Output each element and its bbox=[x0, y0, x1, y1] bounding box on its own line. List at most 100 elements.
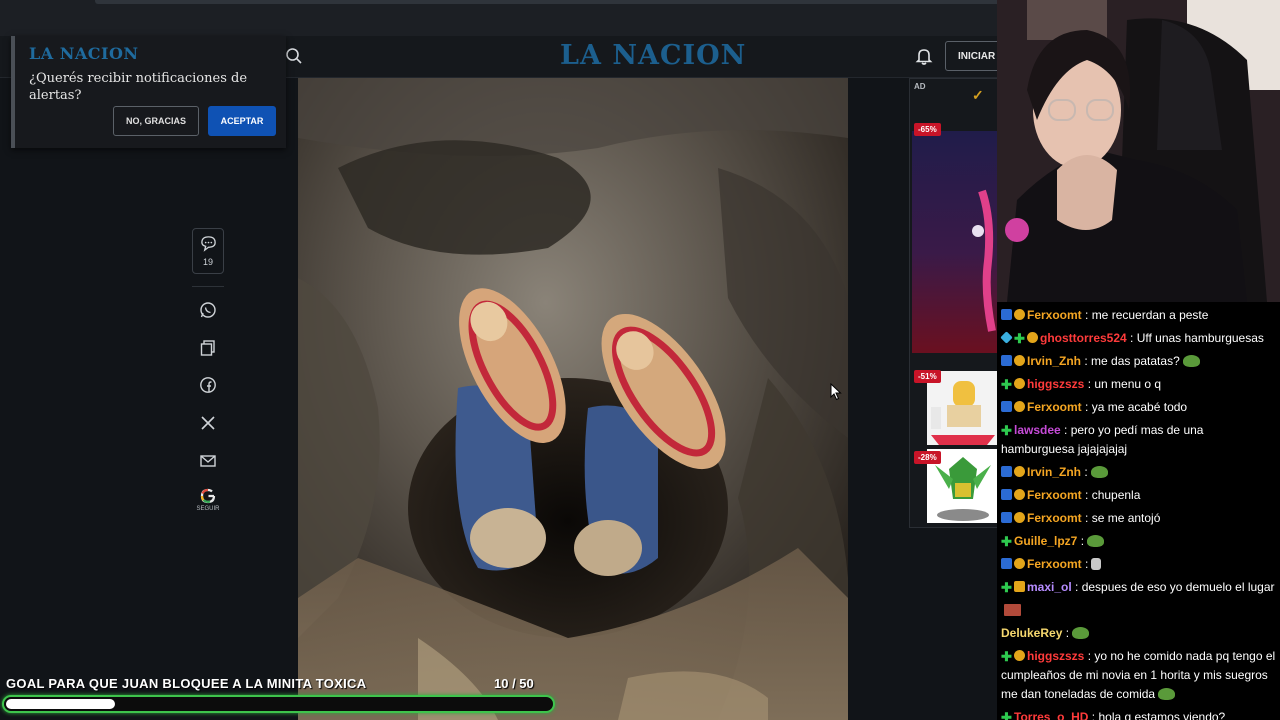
chat-username[interactable]: lawsdee bbox=[1014, 423, 1061, 437]
gift-badge-icon: ✚ bbox=[1014, 331, 1025, 346]
chat-username[interactable]: Ferxoomt bbox=[1027, 308, 1082, 322]
discount-badge: -28% bbox=[914, 451, 941, 464]
gift-badge-icon: ✚ bbox=[1001, 377, 1012, 392]
goal-progress-fill bbox=[6, 699, 115, 709]
follow-label[interactable]: SEGUIR bbox=[192, 506, 224, 512]
chat-message: ✚ Torres_o_HD : hola q estamos viendo? bbox=[1001, 706, 1279, 720]
login-button[interactable]: INICIAR bbox=[945, 41, 1005, 71]
chat-username[interactable]: maxi_ol bbox=[1027, 580, 1072, 594]
chat-username[interactable]: higgszszs bbox=[1027, 649, 1084, 663]
frog-emote-icon bbox=[1090, 466, 1108, 478]
chat-username[interactable]: Torres_o_HD bbox=[1014, 710, 1088, 720]
brick-emote-icon bbox=[1004, 604, 1021, 616]
stream-goal: GOAL PARA QUE JUAN BLOQUEE A LA MINITA T… bbox=[0, 672, 560, 720]
browser-top-bar bbox=[0, 0, 1000, 36]
goal-title: GOAL PARA QUE JUAN BLOQUEE A LA MINITA T… bbox=[6, 676, 367, 691]
ad-label: AD bbox=[914, 82, 926, 91]
chat-text: : se me antojó bbox=[1081, 511, 1161, 525]
stream-screen: LA NACION INICIAR 19 SEGUIR AD ✓ -65% -5… bbox=[0, 0, 1280, 720]
chat-text: : un menu o q bbox=[1084, 377, 1162, 391]
search-icon[interactable] bbox=[284, 46, 304, 66]
chat-message: ✚ maxi_ol : despues de eso yo demuelo el … bbox=[1001, 576, 1279, 622]
ad-column[interactable]: AD ✓ -65% -51% -28% bbox=[909, 78, 1001, 528]
ad-promo-image[interactable] bbox=[912, 131, 1001, 353]
chat-username[interactable]: DelukeRey bbox=[1001, 626, 1062, 640]
runner-emote-icon bbox=[1091, 558, 1102, 570]
chat-username[interactable]: Ferxoomt bbox=[1027, 557, 1082, 571]
decline-button[interactable]: NO, GRACIAS bbox=[113, 106, 199, 136]
chat-text: : me recuerdan a peste bbox=[1081, 308, 1209, 322]
accept-button[interactable]: ACEPTAR bbox=[208, 106, 276, 136]
gold-badge-icon bbox=[1014, 489, 1025, 500]
chat-username[interactable]: Irvin_Znh bbox=[1027, 465, 1081, 479]
gift-badge-icon: ✚ bbox=[1001, 710, 1012, 720]
gold-badge-icon bbox=[1014, 401, 1025, 412]
frog-emote-icon bbox=[1072, 627, 1090, 639]
chat-message: ✚ higgszszs : un menu o q bbox=[1001, 373, 1279, 396]
discount-badge: -65% bbox=[914, 123, 941, 136]
mouse-cursor-icon bbox=[830, 383, 842, 401]
google-icon[interactable] bbox=[199, 487, 217, 505]
ad-promo-figure bbox=[972, 189, 996, 332]
ad-brand-logo: ✓ bbox=[972, 87, 984, 103]
sub-badge-icon bbox=[1001, 355, 1012, 366]
notification-prompt: LA NACION ¿Querés recibir notificaciones… bbox=[11, 36, 286, 148]
chat-text: : Uff unas hamburguesas bbox=[1126, 331, 1264, 345]
bell-icon[interactable] bbox=[914, 46, 934, 66]
chat-message: Irvin_Znh : bbox=[1001, 461, 1279, 484]
sub-badge-icon bbox=[1001, 558, 1012, 569]
browser-tab-strip bbox=[95, 0, 1000, 4]
gold-badge-icon bbox=[1014, 650, 1025, 661]
gold-badge-icon bbox=[1014, 355, 1025, 366]
copy-link-icon[interactable] bbox=[199, 339, 217, 357]
chat-text: : bbox=[1081, 557, 1089, 571]
chat-username[interactable]: Ferxoomt bbox=[1027, 511, 1082, 525]
comments-button[interactable]: 19 bbox=[192, 228, 224, 274]
chat-username[interactable]: Ferxoomt bbox=[1027, 400, 1082, 414]
chat-text: : bbox=[1081, 465, 1088, 479]
frog-emote-icon bbox=[1158, 688, 1176, 700]
facebook-icon[interactable] bbox=[199, 376, 217, 394]
gold-badge-icon bbox=[1014, 512, 1025, 523]
chat-text: : hola q estamos viendo? bbox=[1088, 710, 1226, 720]
chat-username[interactable]: ghosttorres524 bbox=[1040, 331, 1127, 345]
site-logo[interactable]: LA NACION bbox=[560, 40, 746, 71]
sub-badge-icon bbox=[1001, 489, 1012, 500]
notification-logo: LA NACION bbox=[29, 44, 139, 63]
sub-badge-icon bbox=[1001, 512, 1012, 523]
chat-username[interactable]: higgszszs bbox=[1027, 377, 1084, 391]
comments-count: 19 bbox=[202, 257, 213, 267]
gift-badge-icon: ✚ bbox=[1001, 649, 1012, 664]
gift-badge-icon: ✚ bbox=[1001, 580, 1012, 595]
chat-username[interactable]: Guille_lpz7 bbox=[1014, 534, 1077, 548]
chat-username[interactable]: Ferxoomt bbox=[1027, 488, 1082, 502]
x-icon[interactable] bbox=[199, 414, 217, 432]
notification-question: ¿Querés recibir notificaciones de alerta… bbox=[29, 71, 248, 103]
email-icon[interactable] bbox=[199, 452, 217, 470]
sub-badge-icon bbox=[1001, 401, 1012, 412]
whatsapp-icon[interactable] bbox=[199, 301, 217, 319]
chat-text: : bbox=[1062, 626, 1070, 640]
chat-message: ✚ Guille_lpz7 : bbox=[1001, 530, 1279, 553]
chat-message: Ferxoomt : me recuerdan a peste bbox=[1001, 304, 1279, 327]
chat-username[interactable]: Irvin_Znh bbox=[1027, 354, 1081, 368]
gold-badge-icon bbox=[1014, 309, 1025, 320]
chat-message: Ferxoomt : bbox=[1001, 553, 1279, 576]
chat-text: : chupenla bbox=[1081, 488, 1141, 502]
chat-text: : bbox=[1077, 534, 1085, 548]
article-area: 19 SEGUIR AD ✓ -65% -51% -28% bbox=[0, 78, 1001, 720]
chat-message: Irvin_Znh : me das patatas? bbox=[1001, 350, 1279, 373]
article-photo[interactable] bbox=[298, 78, 848, 720]
chest-badge-icon bbox=[1014, 581, 1025, 592]
goal-count: 10 / 50 bbox=[494, 676, 534, 691]
frog-emote-icon bbox=[1182, 355, 1200, 367]
discount-badge: -51% bbox=[914, 370, 941, 383]
webcam-feed bbox=[997, 0, 1280, 302]
gold-badge-icon bbox=[1027, 332, 1038, 343]
gold-badge-icon bbox=[1014, 558, 1025, 569]
chat-message: ✚ lawsdee : pero yo pedí mas de una hambu… bbox=[1001, 419, 1279, 461]
chat-message: Ferxoomt : ya me acabé todo bbox=[1001, 396, 1279, 419]
gold-badge-icon bbox=[1014, 378, 1025, 389]
chat-message: Ferxoomt : se me antojó bbox=[1001, 507, 1279, 530]
rail-divider bbox=[192, 286, 224, 287]
